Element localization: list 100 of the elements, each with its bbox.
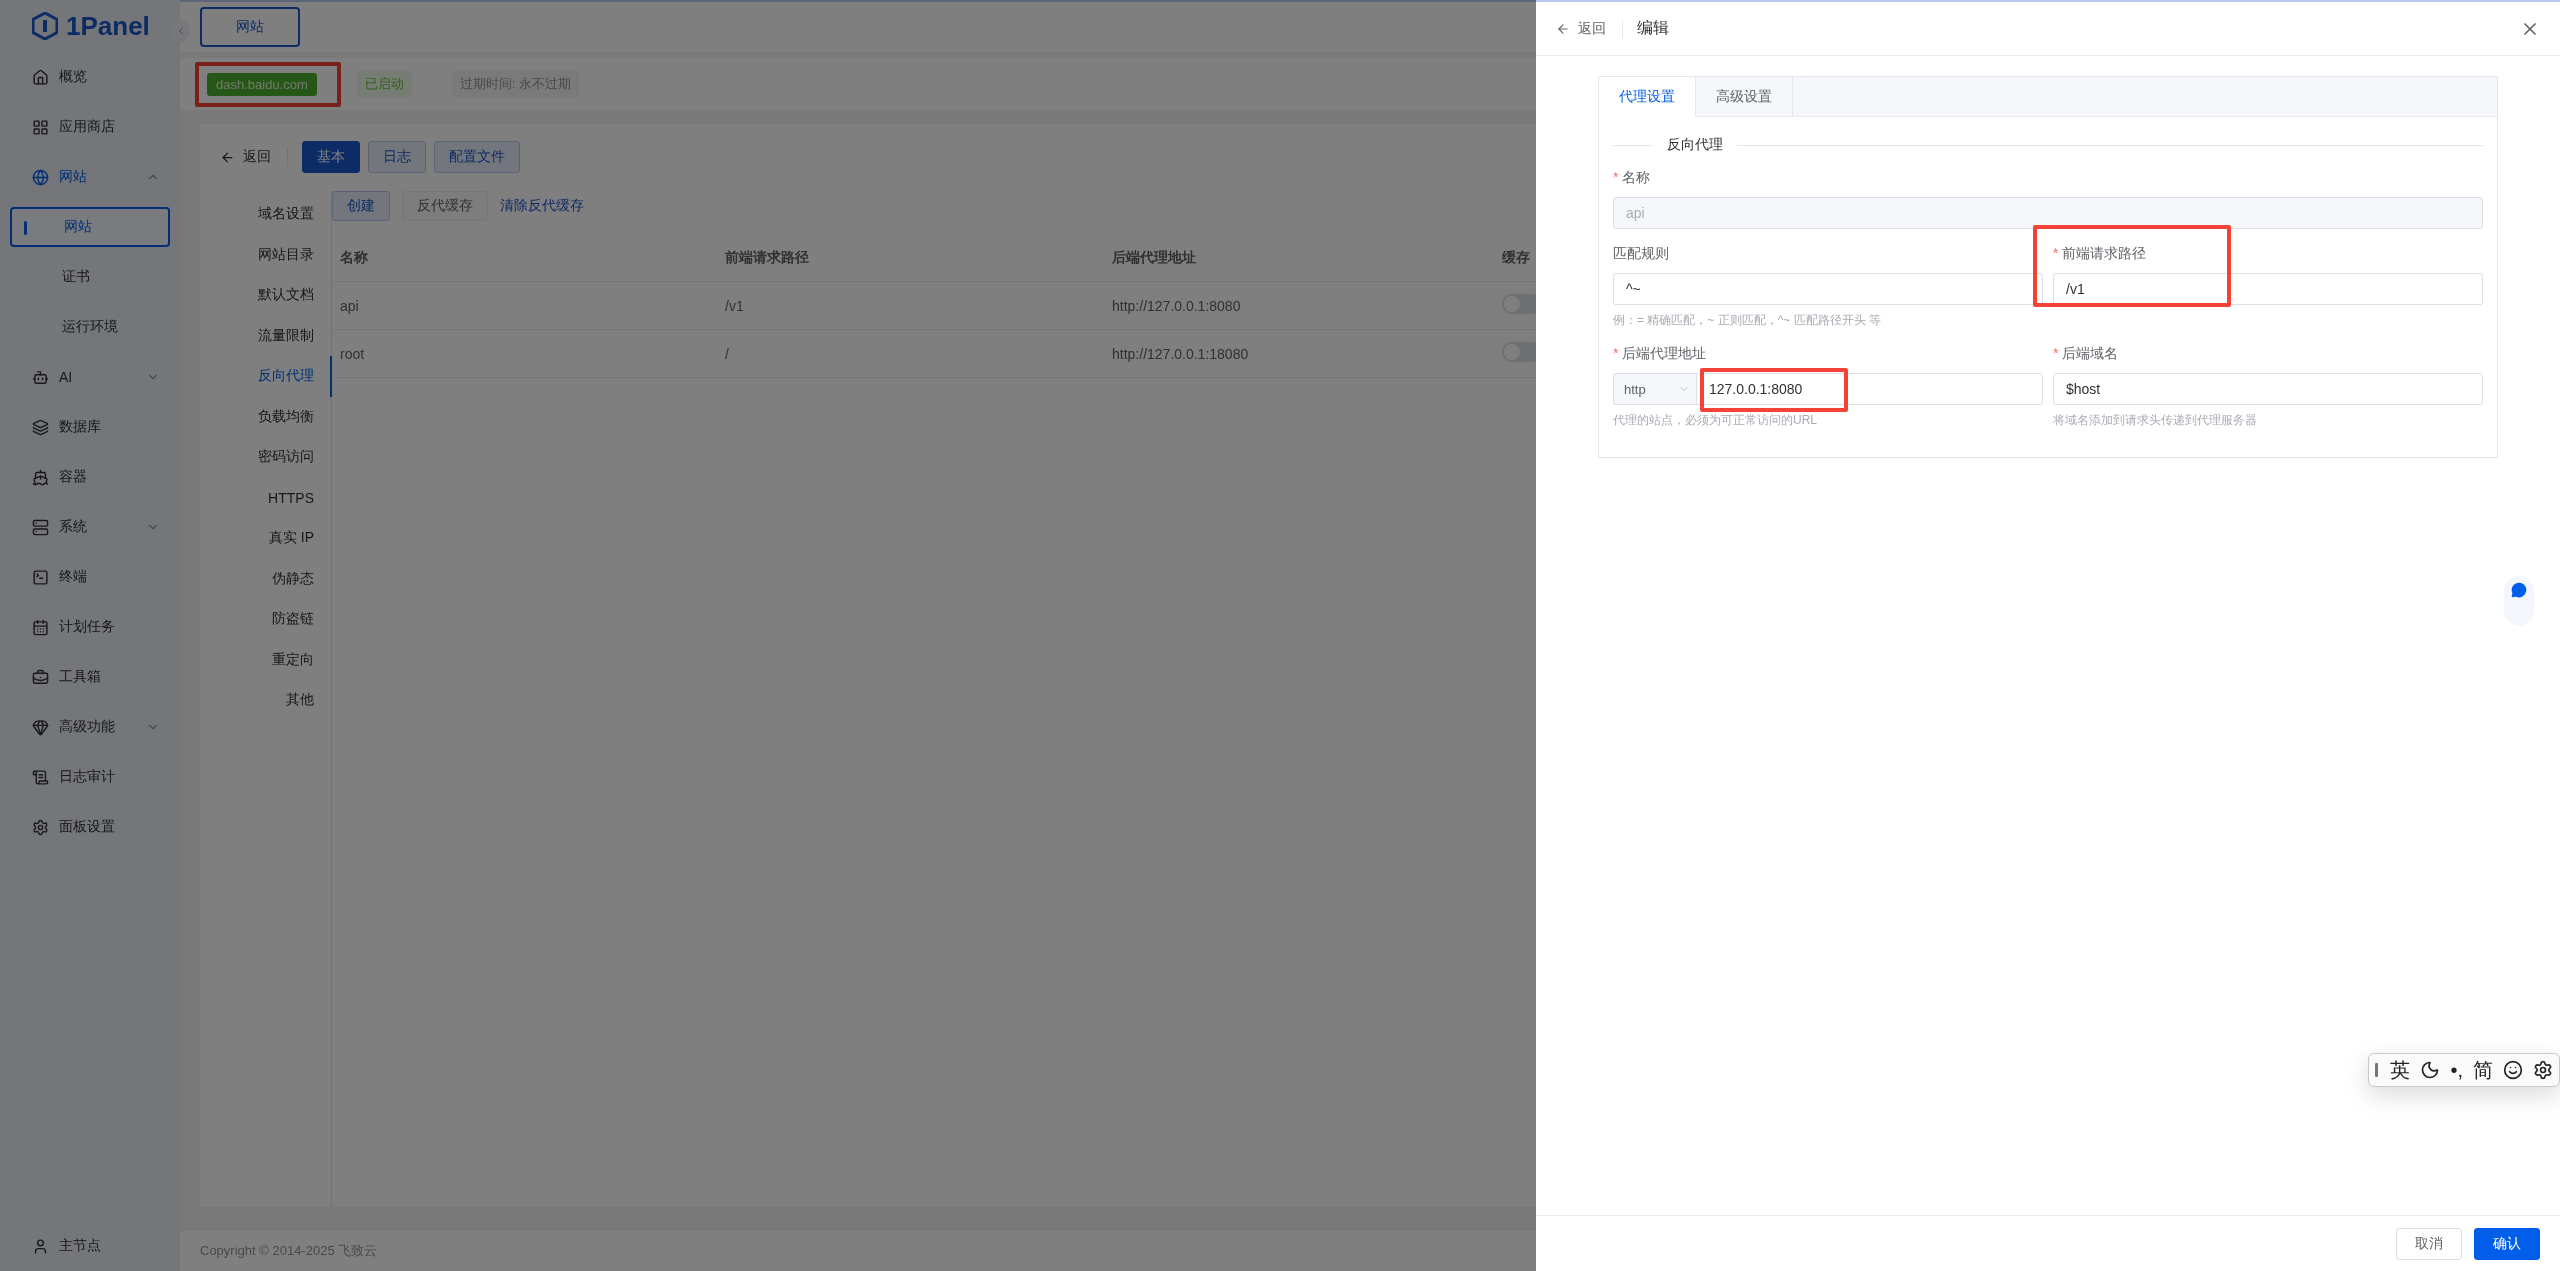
page-tab[interactable]: 配置文件 — [434, 141, 520, 173]
nav-item[interactable]: 高级功能 — [10, 702, 170, 752]
backend-host-field[interactable]: $host — [2053, 373, 2483, 405]
required-mark: * — [2053, 345, 2059, 361]
action-button[interactable]: 反代缓存 — [402, 191, 488, 221]
settings-menu-item[interactable]: 其他 — [200, 680, 332, 721]
grid-icon — [32, 118, 49, 136]
back-link[interactable]: 返回 — [1556, 19, 1623, 38]
nav-subitem[interactable]: 运行环境 — [10, 307, 170, 347]
action-button[interactable]: 创建 — [332, 191, 390, 221]
table-cell: api — [340, 297, 359, 314]
table-cell: / — [725, 345, 729, 362]
calendar-icon — [32, 618, 49, 636]
layers-icon — [32, 418, 49, 436]
house-icon — [32, 68, 49, 86]
page-tab[interactable]: 基本 — [302, 141, 360, 173]
node-item[interactable]: 主节点 — [10, 1221, 170, 1271]
table-cell: http://127.0.0.1:8080 — [1112, 297, 1241, 314]
page-tab[interactable]: 日志 — [368, 141, 426, 173]
help-text: 例：= 精确匹配，~ 正则匹配，^~ 匹配路径开头 等 — [1613, 312, 1882, 329]
chat-icon — [2511, 582, 2527, 598]
status-tag: 已启动 — [356, 71, 412, 97]
nav-item[interactable]: 数据库 — [10, 402, 170, 452]
form-tab[interactable]: 高级设置 — [1696, 77, 1793, 117]
table-cell: root — [340, 345, 365, 362]
settings-menu-item[interactable]: 真实 IP — [200, 518, 332, 559]
language-toggle[interactable]: 英 — [2390, 1056, 2411, 1084]
nav-item[interactable]: AI — [10, 352, 170, 402]
nav-item[interactable]: 面板设置 — [10, 802, 170, 852]
settings-menu-item[interactable]: 反向代理 — [200, 356, 332, 397]
smiley-icon[interactable] — [2503, 1060, 2523, 1080]
logo-icon — [32, 12, 58, 40]
settings-menu-item[interactable]: 密码访问 — [200, 437, 332, 478]
table-cell: /v1 — [725, 297, 744, 314]
globe-icon — [32, 168, 49, 186]
help-text: 将域名添加到请求头传递到代理服务器 — [2053, 412, 2258, 429]
required-mark: * — [2053, 245, 2059, 261]
nav-item[interactable]: 日志审计 — [10, 752, 170, 802]
field-label: * 名称 — [1613, 169, 1652, 187]
scheme-select[interactable]: http — [1613, 373, 1696, 405]
nav-item[interactable]: 系统 — [10, 502, 170, 552]
settings-menu-item[interactable]: 域名设置 — [200, 194, 332, 235]
nav-subitem[interactable]: 网站 — [10, 207, 170, 247]
column-header: 缓存 — [1502, 248, 1530, 267]
chat-button[interactable] — [2504, 576, 2534, 626]
match-rule-field[interactable]: ^~ — [1613, 273, 2043, 305]
moon-icon[interactable] — [2420, 1060, 2441, 1080]
section-title: 反向代理 — [1666, 136, 1724, 154]
settings-menu-item[interactable]: 重定向 — [200, 639, 332, 680]
ship-icon — [32, 468, 49, 486]
script-toggle[interactable]: 简 — [2473, 1056, 2493, 1084]
list-icon — [32, 768, 49, 786]
settings-menu-item[interactable]: 默认文档 — [200, 275, 332, 316]
help-text: 代理的站点，必须为可正常访问的URL — [1613, 412, 1818, 429]
user-icon — [32, 1237, 49, 1255]
selection-bar — [24, 221, 27, 235]
column-header: 前端请求路径 — [725, 248, 809, 267]
terminal-icon — [32, 568, 49, 586]
column-header: 名称 — [340, 248, 368, 267]
nav-item[interactable]: 网站 — [10, 152, 170, 202]
settings-menu-item[interactable]: 伪静态 — [200, 558, 332, 599]
field-label: * 后端代理地址 — [1613, 345, 1708, 363]
backend-address-field[interactable]: 127.0.0.1:8080 — [1695, 373, 2043, 405]
settings-icon[interactable] — [2533, 1060, 2553, 1080]
punctuation-toggle[interactable]: •, — [2450, 1058, 2463, 1082]
nav-subitem[interactable]: 证书 — [10, 257, 170, 297]
field-label: 匹配规则 — [1613, 245, 1670, 263]
domain-tag: dash.baidu.com — [207, 72, 317, 96]
nav-item[interactable]: 工具箱 — [10, 652, 170, 702]
nav-item[interactable]: 计划任务 — [10, 602, 170, 652]
required-mark: * — [1613, 169, 1619, 185]
settings-icon — [32, 818, 49, 836]
brand-name: 1Panel — [66, 10, 150, 42]
drawer-title: 编辑 — [1637, 18, 1670, 38]
nav-item[interactable]: 应用商店 — [10, 102, 170, 152]
header-tab[interactable]: 网站 — [200, 7, 300, 47]
field-label: * 后端域名 — [2053, 345, 2120, 363]
briefcase-icon — [32, 668, 49, 686]
settings-menu-item[interactable]: 负载均衡 — [200, 396, 332, 437]
cursor-icon — [2375, 1063, 2379, 1077]
nav-item[interactable]: 终端 — [10, 552, 170, 602]
action-link[interactable]: 清除反代缓存 — [500, 191, 584, 221]
form-tab[interactable]: 代理设置 — [1599, 77, 1696, 117]
gem-icon — [32, 718, 49, 736]
column-header: 后端代理地址 — [1112, 248, 1196, 267]
settings-menu-item[interactable]: 流量限制 — [200, 315, 332, 356]
nav-item[interactable]: 概览 — [10, 52, 170, 102]
field-label: * 前端请求路径 — [2053, 245, 2148, 263]
cancel-button[interactable]: 取消 — [2396, 1227, 2462, 1260]
back-link[interactable]: 返回 — [220, 148, 288, 166]
server-icon — [32, 518, 49, 536]
nav-item[interactable]: 容器 — [10, 452, 170, 502]
settings-menu-item[interactable]: HTTPS — [200, 477, 332, 518]
path-field[interactable]: /v1 — [2053, 273, 2483, 305]
required-mark: * — [1613, 345, 1619, 361]
confirm-button[interactable]: 确认 — [2474, 1227, 2540, 1260]
robot-icon — [32, 368, 49, 386]
settings-menu-item[interactable]: 网站目录 — [200, 234, 332, 275]
settings-menu-item[interactable]: 防盗链 — [200, 599, 332, 640]
table-cell: http://127.0.0.1:18080 — [1112, 345, 1249, 362]
